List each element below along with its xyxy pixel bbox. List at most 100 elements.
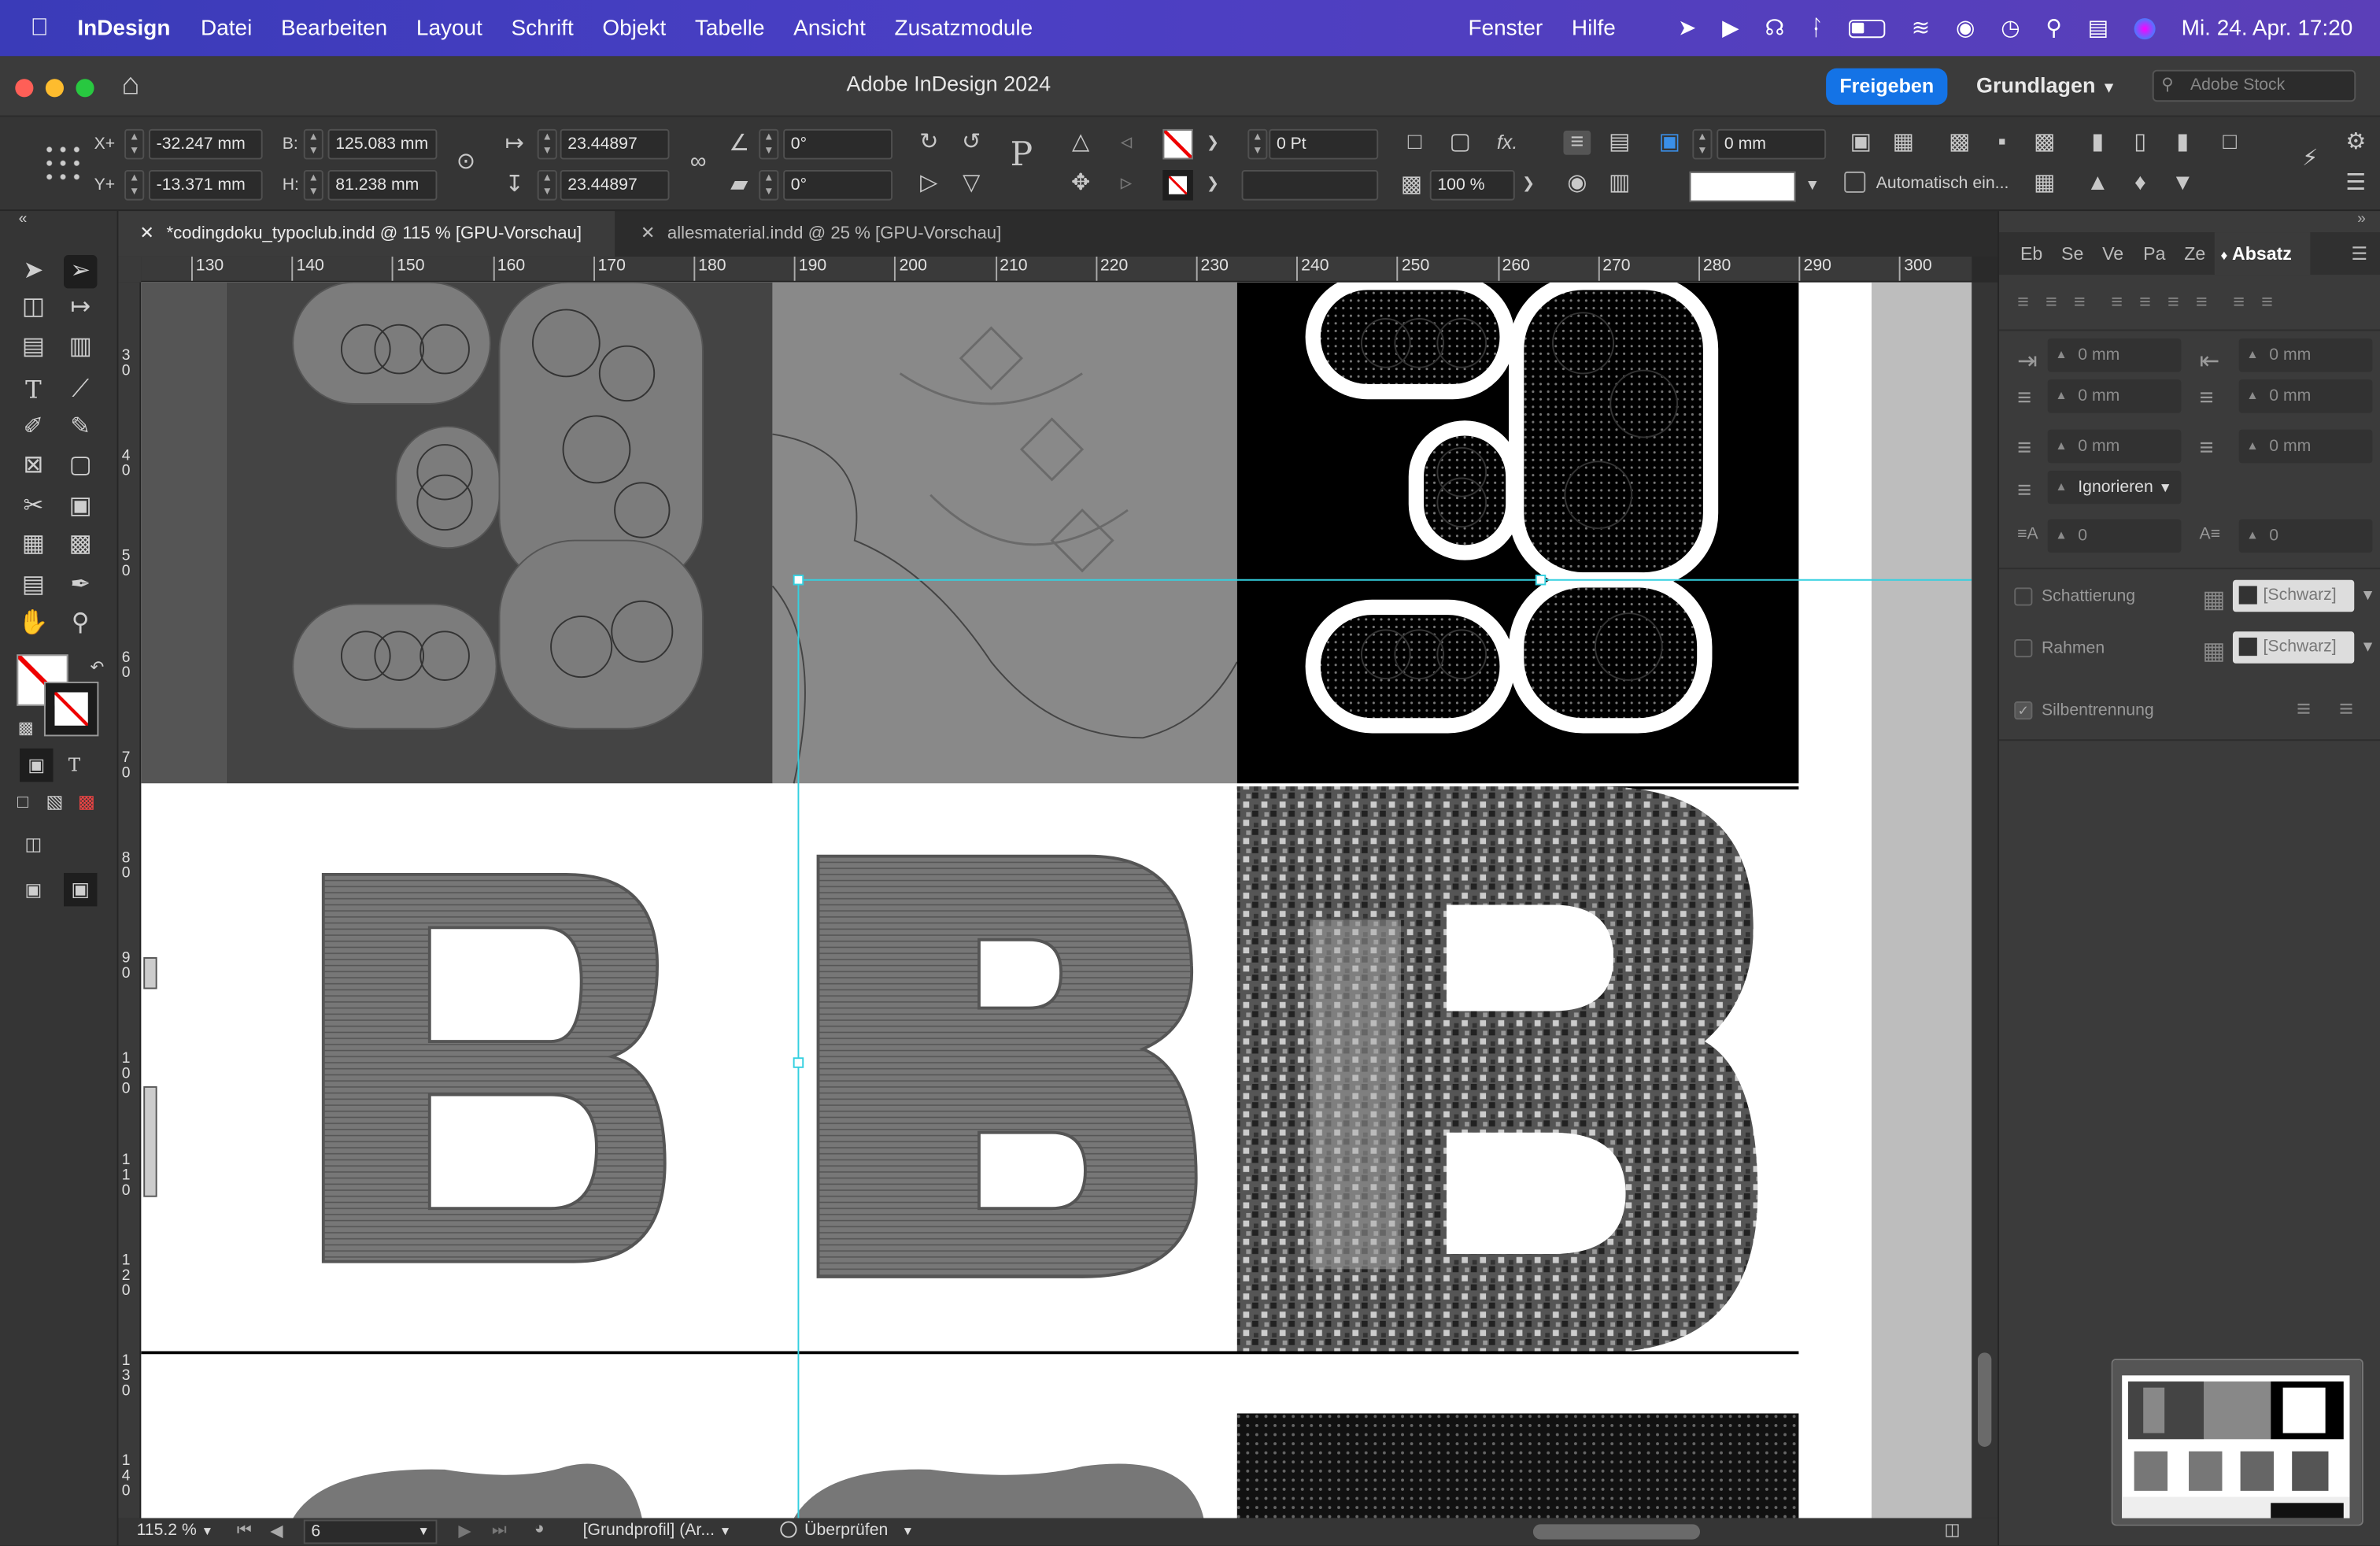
chevron-down-icon[interactable]: ▼ bbox=[2360, 587, 2375, 604]
text-wrap-bbox-icon[interactable]: ▤ bbox=[1606, 130, 1633, 155]
offset-stepper[interactable]: ▲ ▼ bbox=[1692, 128, 1713, 160]
align-bottom-icon[interactable]: ▼ bbox=[2169, 171, 2197, 196]
stepper-icon[interactable]: ▲ bbox=[2246, 379, 2258, 412]
note-tool-icon[interactable]: ▤ bbox=[17, 569, 50, 602]
quick-actions-icon[interactable]: ⚡ bbox=[2297, 146, 2324, 172]
type-tool-icon[interactable]: T bbox=[17, 373, 50, 406]
rectangle-tool-icon[interactable]: ▢ bbox=[64, 449, 97, 483]
select-prev-icon[interactable]: ◃ bbox=[1113, 130, 1140, 155]
text-wrap-jump-icon[interactable]: ▥ bbox=[1606, 171, 1633, 196]
menu-ansicht[interactable]: Ansicht bbox=[793, 16, 866, 40]
share-for-review-icon[interactable]: ◫ bbox=[17, 827, 50, 860]
text-wrap-none-icon[interactable]: ≡ bbox=[1563, 130, 1591, 155]
menu-datei[interactable]: Datei bbox=[201, 16, 252, 40]
stepper-icon[interactable]: ▲ bbox=[2246, 430, 2258, 463]
tab-absatz[interactable]: ♦ Absatz bbox=[2214, 232, 2310, 276]
eyedropper-tool-icon[interactable]: ✒ bbox=[64, 569, 97, 602]
shear-field[interactable]: 0° bbox=[783, 170, 893, 201]
space-before-field[interactable]: ▲ 0 mm bbox=[2047, 429, 2182, 464]
stroke-color-icon[interactable] bbox=[43, 681, 99, 737]
direct-selection-tool-icon[interactable]: ➢ bbox=[64, 255, 98, 289]
horizontal-scrollbar[interactable] bbox=[1532, 1524, 1701, 1540]
stroke-style-dropdown-icon[interactable]: ▼ bbox=[1798, 175, 1826, 199]
rotation-stepper[interactable]: ▲ ▼ bbox=[759, 128, 779, 160]
time-machine-icon[interactable]: ◷ bbox=[2001, 16, 2020, 40]
fill-dropdown-icon[interactable]: ❯ bbox=[1199, 132, 1227, 157]
align-hcenter-icon[interactable]: ▯ bbox=[2127, 130, 2154, 155]
collapse-panel-icon[interactable]: « bbox=[6, 211, 39, 229]
rotate-ccw-icon[interactable]: ↺ bbox=[958, 130, 985, 155]
offset-field[interactable]: 0 mm bbox=[1717, 128, 1827, 160]
format-container-icon[interactable]: ▣ bbox=[20, 748, 54, 782]
align-vcenter-icon[interactable]: ♦ bbox=[2127, 171, 2154, 196]
menu-schrift[interactable]: Schrift bbox=[512, 16, 574, 40]
space-after-field[interactable]: ▲ 0 mm bbox=[2238, 429, 2373, 464]
shading-checkbox[interactable] bbox=[2014, 587, 2033, 606]
scale-y-field[interactable]: 23.44897 bbox=[560, 170, 670, 201]
center-content-icon[interactable]: ▩ bbox=[2031, 130, 2058, 155]
auto-fit-checkbox[interactable] bbox=[1844, 171, 1866, 193]
drop-shadow-icon[interactable]: ▢ bbox=[1447, 130, 1474, 155]
effects-icon[interactable]: fx. bbox=[1494, 131, 1521, 155]
close-tab-icon[interactable]: ✕ bbox=[139, 224, 154, 242]
scale-x-stepper[interactable]: ▲ ▼ bbox=[537, 128, 557, 160]
opacity-field[interactable]: 100 % bbox=[1429, 170, 1515, 201]
select-container-icon[interactable]: △ bbox=[1067, 130, 1095, 155]
align-grid-select[interactable]: ▲ Ignorieren ▼ bbox=[2047, 470, 2182, 505]
align-right-icon[interactable]: ≡ bbox=[2074, 290, 2102, 313]
hand-tool-icon[interactable]: ✋ bbox=[17, 607, 50, 640]
tab-verknuepfungen[interactable]: Ve bbox=[2102, 232, 2123, 275]
scroll-thumb[interactable] bbox=[1977, 1352, 1992, 1447]
x-field[interactable]: -32.247 mm bbox=[149, 128, 263, 160]
horizontal-ruler[interactable]: 130 140 150 160 170 180 190 200 210 220 230 240 250 2… bbox=[141, 256, 1972, 283]
shading-color-select[interactable]: [Schwarz] bbox=[2232, 579, 2355, 612]
text-wrap-shape-icon[interactable]: ◉ bbox=[1563, 171, 1591, 196]
shading-settings-icon[interactable]: ▦ bbox=[2202, 585, 2225, 616]
fill-frame-icon[interactable]: ▩ bbox=[1946, 130, 1973, 155]
format-text-icon[interactable]: T bbox=[57, 749, 91, 782]
profile-select[interactable]: [Grundprofil] (Ar... ▼ bbox=[583, 1521, 732, 1539]
scale-y-stepper[interactable]: ▲ ▼ bbox=[537, 170, 557, 201]
tab-pa[interactable]: Pa bbox=[2143, 232, 2165, 275]
justify-left-icon[interactable]: ≡ bbox=[2111, 290, 2139, 313]
justify-center-icon[interactable]: ≡ bbox=[2139, 290, 2168, 313]
apply-color-icon[interactable]: □ bbox=[6, 785, 39, 818]
apple-icon[interactable]:  bbox=[31, 14, 49, 42]
stepper-icon[interactable]: ▲ bbox=[2055, 520, 2067, 553]
user-icon[interactable]: ◉ bbox=[1956, 16, 1975, 40]
first-line-indent-field[interactable]: ▲ 0 mm bbox=[2047, 379, 2182, 413]
stepper-icon[interactable]: ▲ bbox=[2246, 338, 2258, 372]
vertical-scrollbar[interactable] bbox=[1972, 282, 1998, 1518]
rotation-field[interactable]: 0° bbox=[783, 128, 893, 160]
pen-tool-icon[interactable]: ✐ bbox=[17, 412, 50, 445]
justify-right-icon[interactable]: ≡ bbox=[2168, 290, 2196, 313]
app-menu[interactable]: InDesign bbox=[77, 16, 170, 40]
previous-page-icon[interactable]: ◀ bbox=[270, 1521, 283, 1540]
fill-swatch[interactable] bbox=[1162, 128, 1193, 160]
last-page-icon[interactable]: ⏭ bbox=[492, 1521, 507, 1540]
menu-tabelle[interactable]: Tabelle bbox=[695, 16, 765, 40]
panel-menu-icon[interactable]: ☰ bbox=[2351, 232, 2367, 275]
stepper-icon[interactable]: ▲ bbox=[2055, 471, 2067, 504]
flip-vertical-icon[interactable]: ▽ bbox=[958, 171, 985, 196]
default-colors-icon[interactable]: ▩ bbox=[9, 712, 42, 745]
gap-tool-icon[interactable]: ↦ bbox=[64, 291, 97, 324]
select-next-icon[interactable]: ▹ bbox=[1113, 171, 1140, 196]
siri-icon[interactable] bbox=[2134, 17, 2156, 39]
battery-icon[interactable] bbox=[1849, 19, 1886, 38]
stroke-style-select[interactable] bbox=[1689, 171, 1796, 202]
stroke-weight-field[interactable]: 0 Pt bbox=[1269, 128, 1379, 160]
justify-all-icon[interactable]: ≡ bbox=[2196, 290, 2224, 313]
frame-checkbox[interactable] bbox=[2014, 638, 2033, 658]
rectangle-frame-tool-icon[interactable]: ⊠ bbox=[17, 449, 50, 483]
search-icon[interactable]: ⚲ bbox=[2046, 16, 2061, 40]
tab-ze[interactable]: Ze bbox=[2184, 232, 2205, 275]
shear-stepper[interactable]: ▲ ▼ bbox=[759, 170, 779, 201]
select-content-icon[interactable]: ✥ bbox=[1067, 171, 1095, 196]
align-grid-icon[interactable]: ≡ bbox=[2339, 697, 2353, 724]
align-left-icon[interactable]: ▮ bbox=[2084, 130, 2112, 155]
stroke-dropdown-icon[interactable]: ❯ bbox=[1199, 173, 1227, 198]
menu-bearbeiten[interactable]: Bearbeiten bbox=[281, 16, 387, 40]
headphones-icon[interactable]: ☊ bbox=[1765, 16, 1784, 40]
scissors-tool-icon[interactable]: ✂ bbox=[17, 490, 50, 523]
